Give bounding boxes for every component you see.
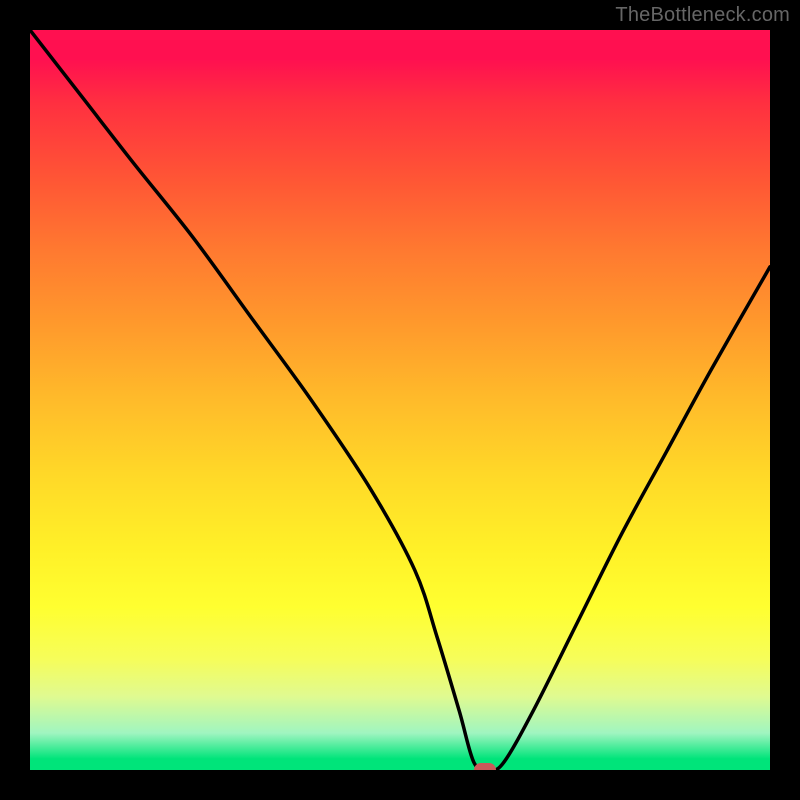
curve-svg <box>30 30 770 770</box>
plot-area <box>30 30 770 770</box>
watermark-text: TheBottleneck.com <box>615 4 790 27</box>
chart-frame: TheBottleneck.com <box>0 0 800 800</box>
bottleneck-curve <box>30 30 770 770</box>
min-marker <box>474 763 496 770</box>
